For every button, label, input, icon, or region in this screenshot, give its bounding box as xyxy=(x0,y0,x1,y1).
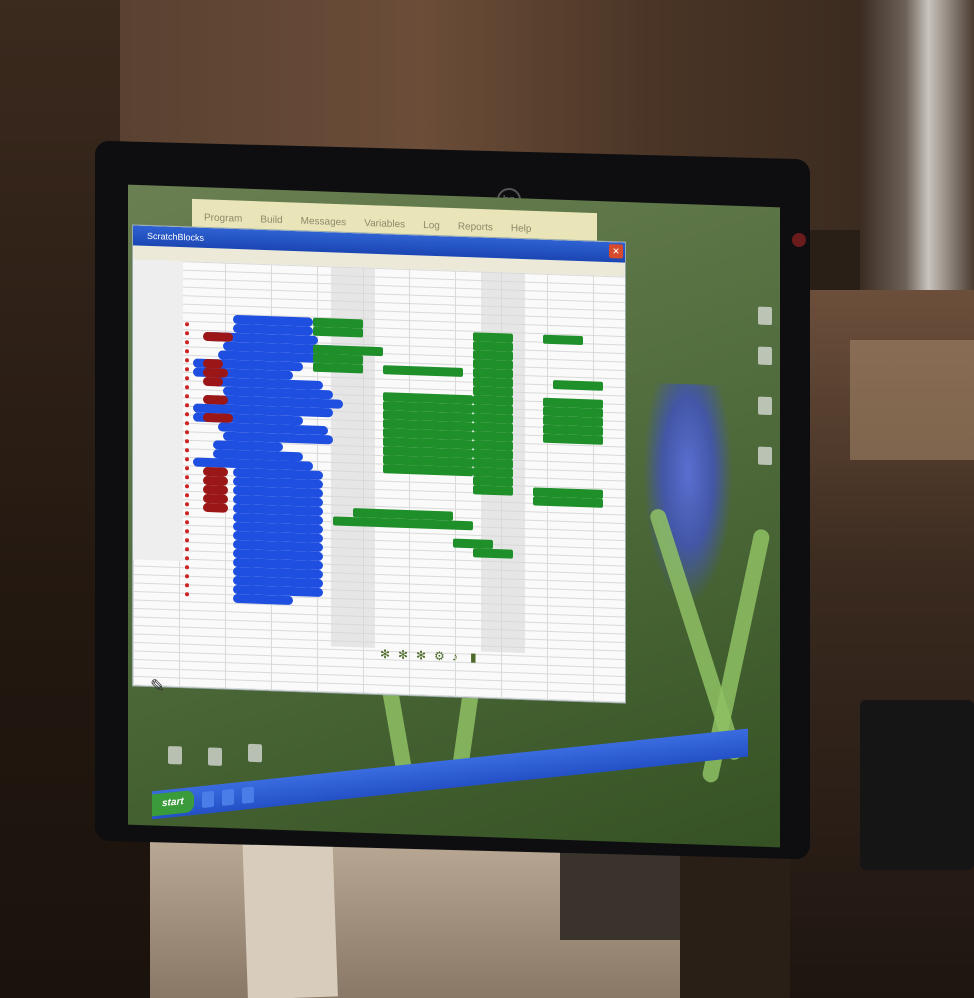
breakpoint-marker[interactable] xyxy=(185,574,189,579)
toolbar-item[interactable]: Reports xyxy=(458,221,493,233)
row-header xyxy=(133,259,183,562)
code-block[interactable] xyxy=(453,538,493,549)
code-block[interactable] xyxy=(203,412,233,423)
code-block[interactable] xyxy=(203,394,228,405)
breakpoint-marker[interactable] xyxy=(185,511,189,516)
breakpoint-marker[interactable] xyxy=(185,475,189,480)
breakpoint-marker[interactable] xyxy=(185,565,189,570)
power-button[interactable] xyxy=(792,233,806,247)
desktop-icon[interactable] xyxy=(168,746,182,765)
rectangle-icon[interactable]: ▮ xyxy=(470,650,482,664)
snowflake-icon[interactable]: ✻ xyxy=(416,648,428,662)
close-icon[interactable]: ✕ xyxy=(609,244,623,259)
code-block[interactable] xyxy=(313,326,363,338)
code-block[interactable] xyxy=(553,380,603,391)
breakpoint-marker[interactable] xyxy=(185,457,189,462)
taskbar-item[interactable] xyxy=(221,788,234,806)
breakpoint-marker[interactable] xyxy=(185,430,189,435)
breakpoint-marker[interactable] xyxy=(185,331,189,336)
toolbar-item[interactable]: Help xyxy=(511,223,532,235)
taskbar-item[interactable] xyxy=(201,790,214,809)
desktop-icon[interactable] xyxy=(758,396,772,416)
desktop-icon[interactable] xyxy=(208,747,222,766)
desk-phone xyxy=(860,700,974,870)
background-box xyxy=(850,340,974,460)
breakpoint-marker[interactable] xyxy=(185,340,189,345)
breakpoint-marker[interactable] xyxy=(185,322,189,327)
code-block[interactable] xyxy=(203,502,228,513)
breakpoint-marker[interactable] xyxy=(185,403,189,408)
flower-image xyxy=(643,382,733,606)
code-block[interactable] xyxy=(473,485,513,496)
code-block[interactable] xyxy=(473,548,513,559)
application-window: ScratchBlocks ✕ xyxy=(133,225,625,703)
desktop-icon[interactable] xyxy=(758,306,772,326)
photo-scene: hp Program Build Messages Variables Log … xyxy=(0,0,974,998)
code-block[interactable] xyxy=(313,362,363,374)
gear-icon[interactable]: ⚙ xyxy=(434,649,446,663)
breakpoint-marker[interactable] xyxy=(185,412,189,417)
breakpoint-marker[interactable] xyxy=(185,493,189,498)
breakpoint-marker[interactable] xyxy=(185,484,189,489)
toolbar-item[interactable]: Build xyxy=(260,214,282,226)
code-block[interactable] xyxy=(543,334,583,346)
toolbar-item[interactable]: Variables xyxy=(364,217,405,229)
desktop-icon[interactable] xyxy=(758,346,772,366)
breakpoint-marker[interactable] xyxy=(185,448,189,453)
breakpoint-marker[interactable] xyxy=(185,547,189,552)
breakpoint-marker[interactable] xyxy=(185,349,189,354)
breakpoint-marker[interactable] xyxy=(185,466,189,471)
breakpoint-marker[interactable] xyxy=(185,583,189,588)
breakpoint-marker[interactable] xyxy=(185,556,189,561)
code-block[interactable] xyxy=(203,331,233,342)
breakpoint-marker[interactable] xyxy=(185,439,189,444)
toolbar-item[interactable]: Log xyxy=(423,220,440,232)
breakpoint-marker[interactable] xyxy=(185,358,189,363)
paper-note xyxy=(242,828,338,998)
taskbar-item[interactable] xyxy=(241,786,254,804)
breakpoint-marker[interactable] xyxy=(185,538,189,543)
desktop-icon[interactable] xyxy=(758,446,772,466)
breakpoint-marker[interactable] xyxy=(185,520,189,525)
breakpoint-marker[interactable] xyxy=(185,529,189,534)
toolbar-item[interactable]: Messages xyxy=(301,215,347,228)
breakpoint-marker[interactable] xyxy=(185,367,189,372)
code-block[interactable] xyxy=(203,376,223,387)
window-title: ScratchBlocks xyxy=(147,230,205,243)
snowflake-icon[interactable]: ✻ xyxy=(398,648,410,662)
breakpoint-marker[interactable] xyxy=(185,592,189,597)
bell-icon[interactable]: ♪ xyxy=(452,649,464,663)
breakpoint-marker[interactable] xyxy=(185,421,189,426)
breakpoint-marker[interactable] xyxy=(185,376,189,381)
start-button[interactable]: start xyxy=(152,789,194,817)
background-doorway xyxy=(860,0,974,310)
breakpoint-marker[interactable] xyxy=(185,394,189,399)
breakpoint-marker[interactable] xyxy=(185,385,189,390)
snowflake-icon[interactable]: ✻ xyxy=(380,647,392,661)
pencil-icon[interactable]: ✎ xyxy=(150,676,200,706)
toolbar-item[interactable]: Program xyxy=(204,212,242,224)
breakpoint-marker[interactable] xyxy=(185,502,189,507)
desktop-icon[interactable] xyxy=(248,743,262,763)
